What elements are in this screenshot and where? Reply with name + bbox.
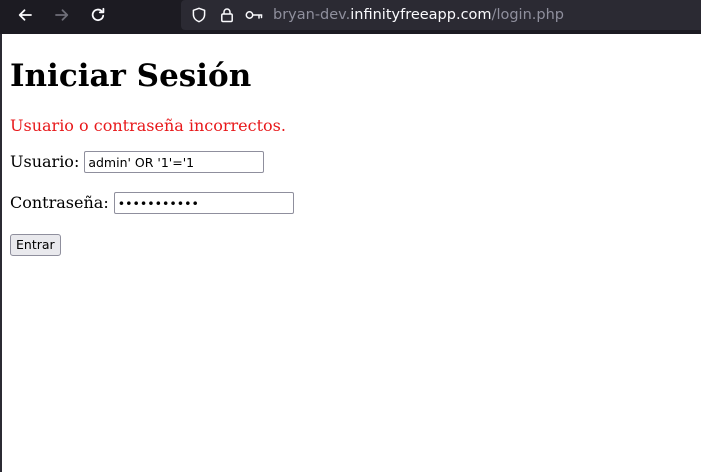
back-button[interactable] (13, 3, 37, 27)
lock-icon[interactable] (218, 6, 236, 24)
submit-button[interactable]: Entrar (10, 234, 61, 256)
url-prefix: bryan-dev. (273, 7, 351, 23)
url-host: infinityfreeapp.com (350, 7, 492, 23)
reload-icon (91, 7, 105, 22)
url-path: /login.php (491, 7, 564, 23)
arrow-left-icon (18, 9, 32, 21)
arrow-right-icon (55, 9, 69, 21)
page-content: Iniciar Sesión Usuario o contraseña inco… (2, 34, 701, 472)
password-label: Contraseña: (10, 193, 109, 212)
url-bar[interactable]: bryan-dev.infinityfreeapp.com/login.php (181, 0, 701, 30)
error-message: Usuario o contraseña incorrectos. (10, 116, 286, 135)
browser-toolbar: bryan-dev.infinityfreeapp.com/login.php (0, 0, 701, 34)
forward-button[interactable] (50, 3, 74, 27)
page-title: Iniciar Sesión (10, 58, 252, 94)
shield-icon[interactable] (190, 6, 208, 24)
password-input[interactable] (113, 192, 294, 214)
reload-button[interactable] (86, 3, 110, 27)
password-row: Contraseña: (10, 191, 294, 215)
username-label: Usuario: (10, 152, 80, 171)
username-row: Usuario: (10, 150, 265, 174)
url-text[interactable]: bryan-dev.infinityfreeapp.com/login.php (273, 5, 564, 25)
key-icon[interactable] (245, 6, 263, 24)
username-input[interactable] (84, 151, 265, 173)
